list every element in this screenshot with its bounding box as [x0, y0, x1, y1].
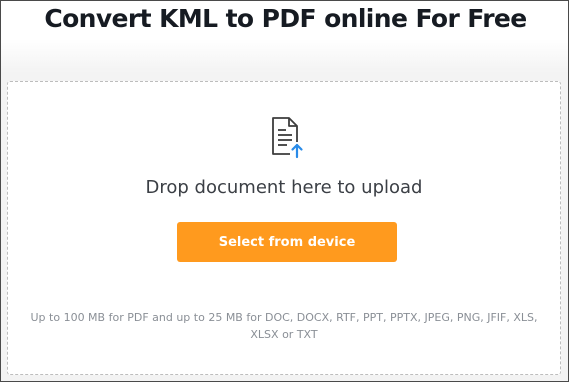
document-upload-icon: [272, 117, 304, 159]
page-frame: Convert KML to PDF online For Free Drop …: [0, 0, 569, 382]
upload-dropzone[interactable]: Drop document here to upload Select from…: [7, 81, 561, 375]
page-title: Convert KML to PDF online For Free: [44, 4, 527, 33]
select-from-device-button[interactable]: Select from device: [177, 222, 397, 262]
drop-instruction: Drop document here to upload: [145, 177, 423, 198]
upload-limits-note: Up to 100 MB for PDF and up to 25 MB for…: [30, 311, 538, 341]
